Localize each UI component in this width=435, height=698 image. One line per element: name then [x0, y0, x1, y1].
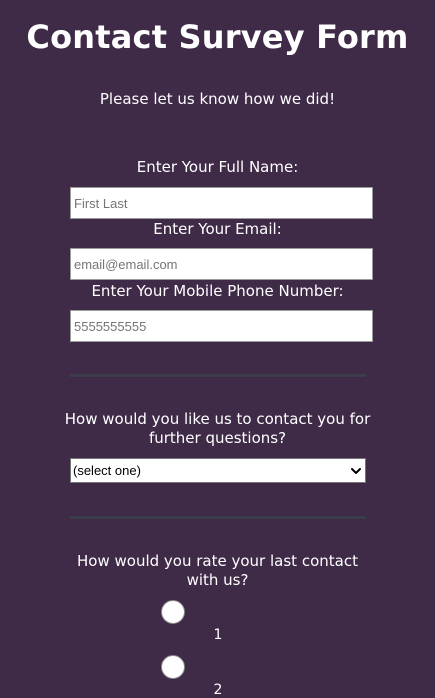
- rating-radio-label-2: 2: [213, 682, 223, 698]
- phone-label: Enter Your Mobile Phone Number:: [91, 282, 344, 300]
- name-label: Enter Your Full Name:: [136, 158, 299, 176]
- email-label: Enter Your Email:: [153, 220, 282, 238]
- page-title: Contact Survey Form: [26, 18, 409, 56]
- chevron-down-icon: [351, 467, 361, 474]
- page-subtitle: Please let us know how we did!: [99, 90, 336, 108]
- rating-radio-2[interactable]: [161, 655, 185, 679]
- phone-input[interactable]: [70, 310, 373, 342]
- contact-method-selected-value: (select one): [73, 463, 141, 478]
- rating-question: How would you rate your last contact wit…: [77, 552, 358, 589]
- contact-method-question: How would you like us to contact you for…: [64, 410, 371, 447]
- email-input[interactable]: [70, 248, 373, 280]
- section-divider: [70, 374, 366, 377]
- section-divider: [70, 516, 366, 519]
- name-input[interactable]: [70, 187, 373, 219]
- contact-method-select[interactable]: (select one): [70, 458, 366, 483]
- rating-radio-label-1: 1: [213, 627, 223, 643]
- rating-radio-1[interactable]: [161, 600, 185, 624]
